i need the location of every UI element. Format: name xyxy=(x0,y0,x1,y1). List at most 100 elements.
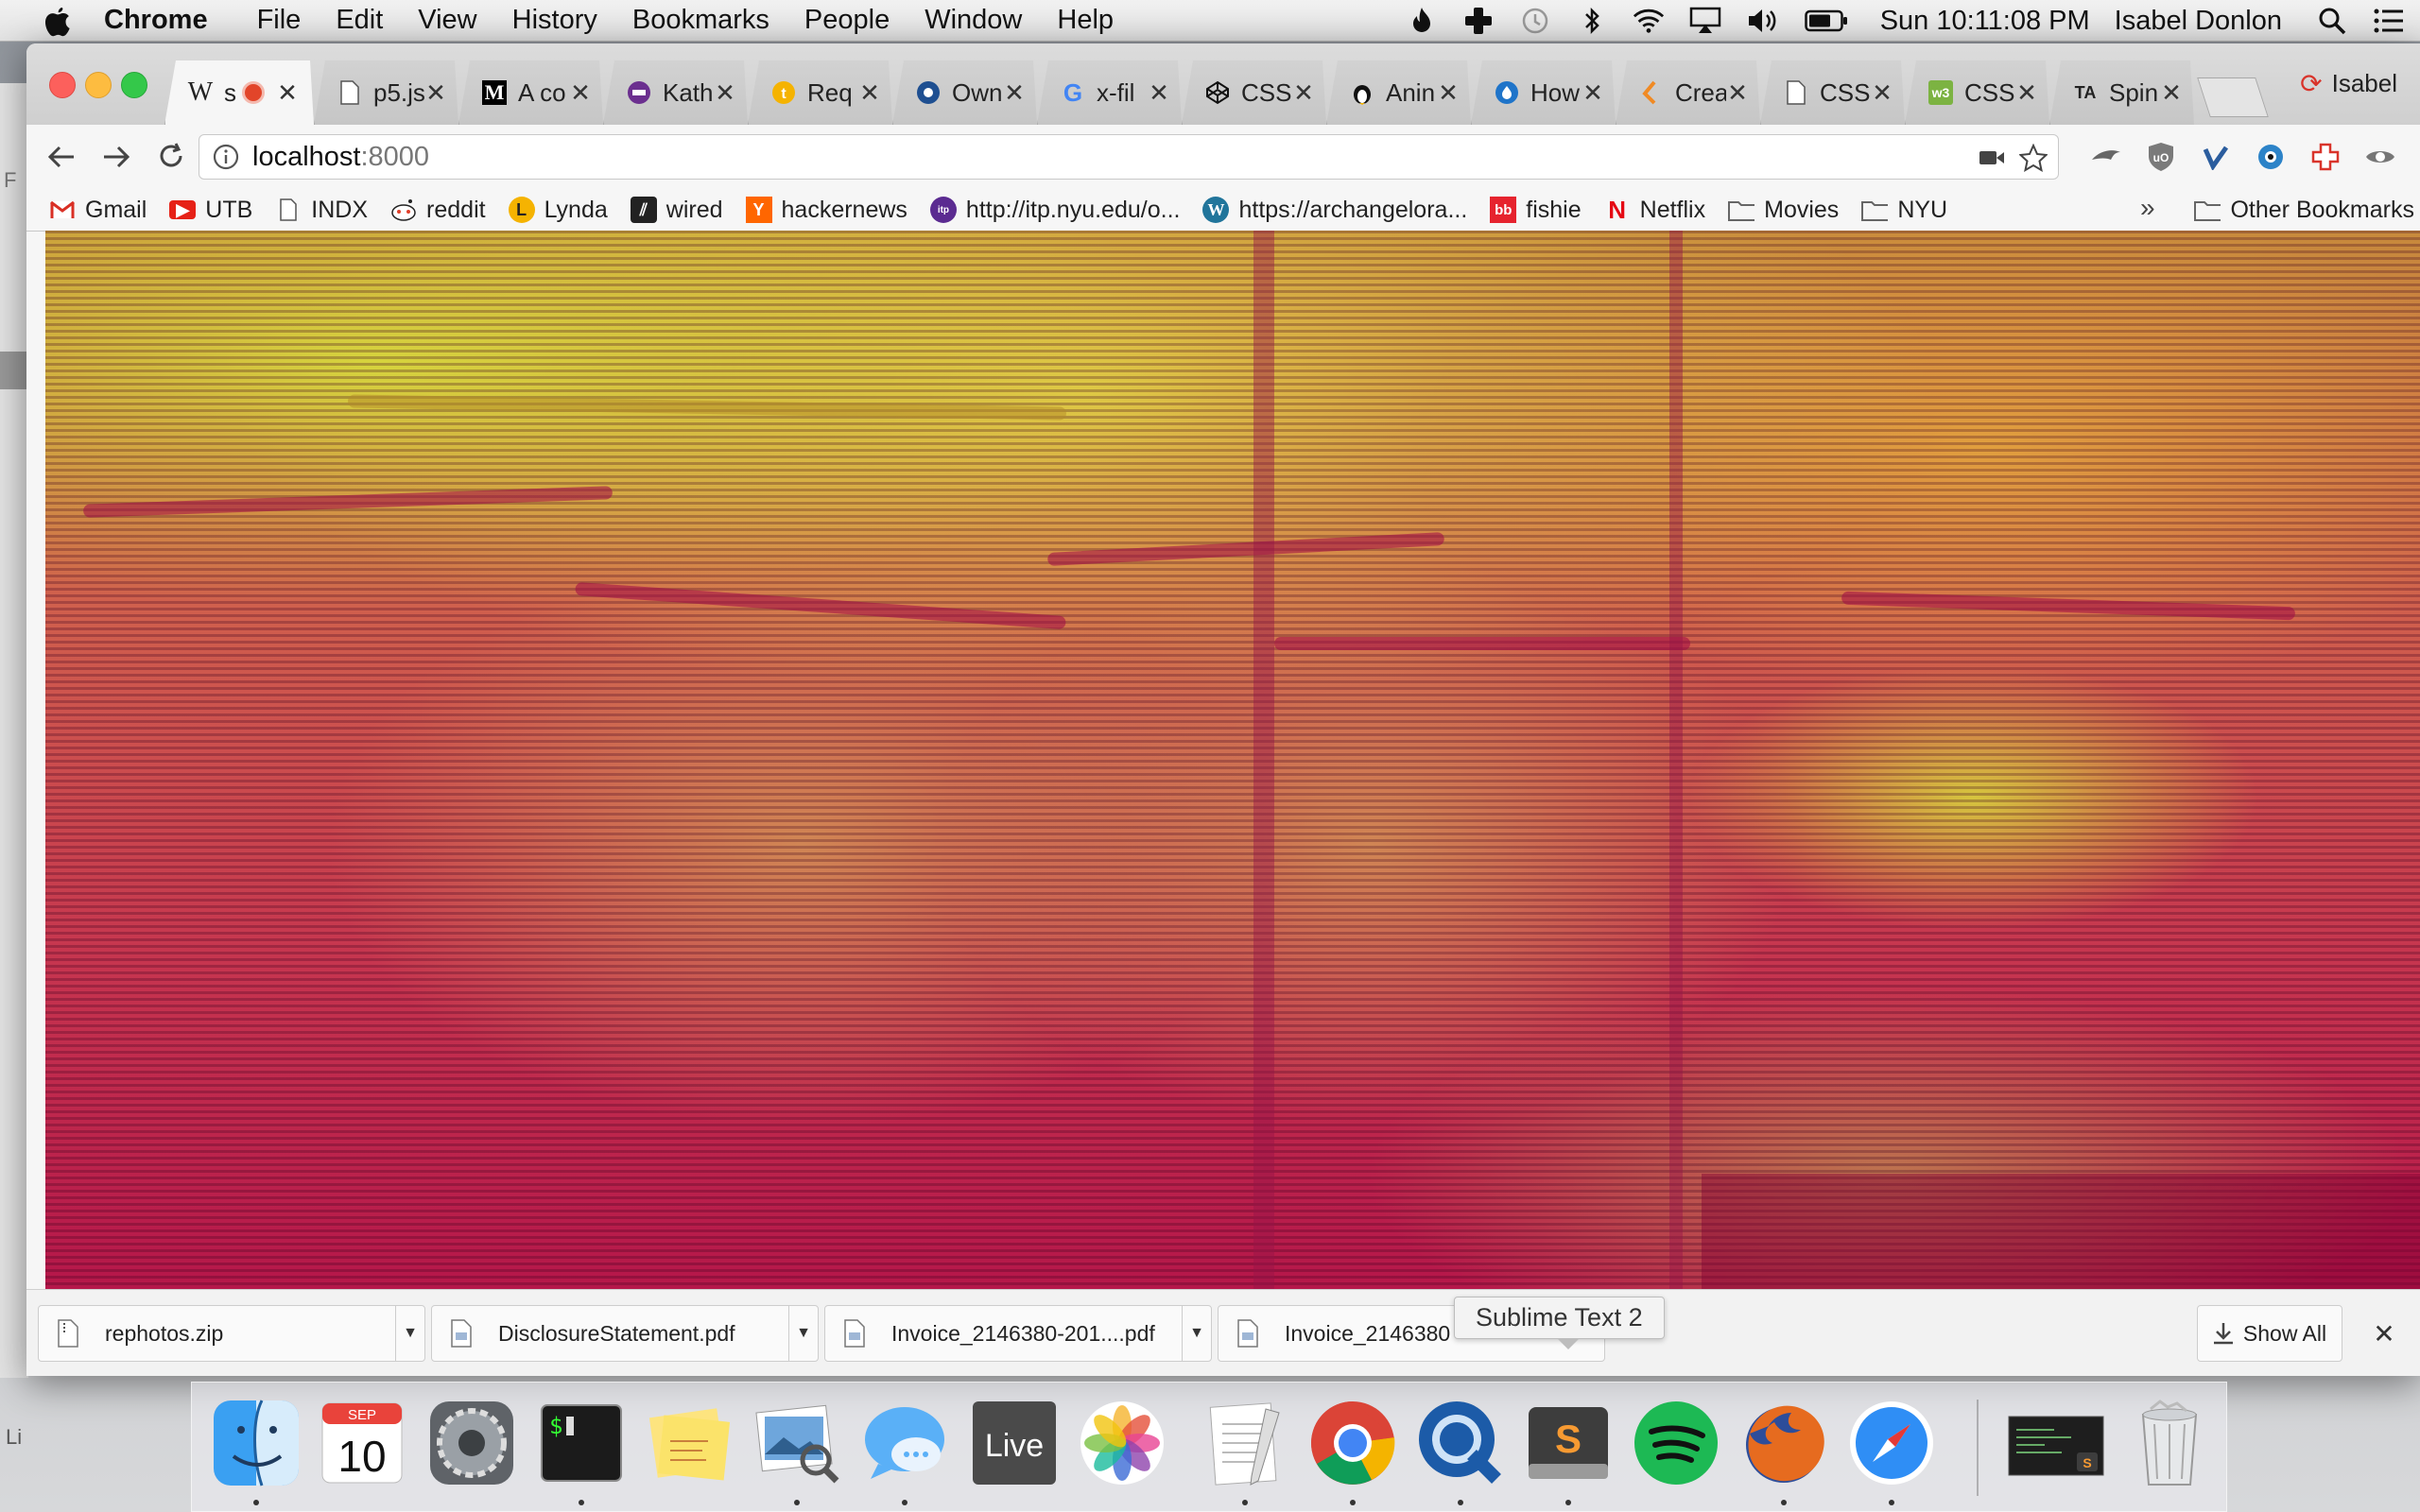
sublime-text-icon[interactable]: S xyxy=(1521,1396,1616,1490)
notification-center-icon[interactable] xyxy=(2373,5,2405,37)
download-menu-chevron-icon[interactable]: ▼ xyxy=(788,1305,818,1362)
spotify-icon[interactable] xyxy=(1629,1396,1723,1490)
plus-icon[interactable] xyxy=(1462,5,1495,37)
menu-window[interactable]: Window xyxy=(925,5,1022,36)
tab-close-icon[interactable]: ✕ xyxy=(858,78,881,108)
other-bookmarks-folder[interactable]: Other Bookmarks xyxy=(2194,189,2414,231)
tab-9[interactable]: Anin ✕ xyxy=(1326,60,1471,125)
tab-13[interactable]: w3 CSS ✕ xyxy=(1905,60,2049,125)
new-tab-button[interactable] xyxy=(2197,77,2269,117)
bookmark-archangelora[interactable]: Whttps://archangelora... xyxy=(1202,197,1467,224)
trash-icon[interactable] xyxy=(2122,1396,2217,1490)
chrome-menu-icon[interactable] xyxy=(2414,136,2420,178)
firefox-icon[interactable] xyxy=(1737,1396,1831,1490)
tab-close-icon[interactable]: ✕ xyxy=(1003,78,1026,108)
red-cross-icon[interactable] xyxy=(2305,136,2346,178)
background-window[interactable]: F Li xyxy=(0,83,28,1449)
calendar-icon[interactable]: SEP 10 xyxy=(315,1396,409,1490)
bookmark-netflix[interactable]: N Netflix xyxy=(1604,196,1705,224)
tab-close-icon[interactable]: ✕ xyxy=(1726,78,1749,108)
safari-icon[interactable] xyxy=(1844,1396,1939,1490)
minimized-window-icon[interactable]: S xyxy=(2005,1396,2107,1490)
reload-button[interactable] xyxy=(147,133,195,180)
tab-close-icon[interactable]: ✕ xyxy=(1437,78,1460,108)
finder-icon[interactable] xyxy=(209,1396,303,1490)
tab-close-icon[interactable]: ✕ xyxy=(1871,78,1893,108)
tab-close-icon[interactable]: ✕ xyxy=(2015,78,2038,108)
window-maximize-button[interactable] xyxy=(121,72,147,98)
tab-1[interactable]: W W s ✕ xyxy=(164,60,314,125)
menu-view[interactable]: View xyxy=(418,5,476,36)
apple-icon[interactable] xyxy=(36,0,78,42)
bookmark-movies-folder[interactable]: Movies xyxy=(1728,197,1839,224)
vimeo-v-icon[interactable] xyxy=(2195,136,2237,178)
tab-close-icon[interactable]: ✕ xyxy=(1582,78,1604,108)
bookmark-fishie[interactable]: bb fishie xyxy=(1490,197,1582,224)
download-item[interactable]: Invoice_2146380-201....pdf ▼ xyxy=(824,1305,1212,1362)
camera-icon[interactable] xyxy=(1973,139,2011,177)
tab-2[interactable]: p5.js ✕ xyxy=(314,60,458,125)
tab-close-icon[interactable]: ✕ xyxy=(1148,78,1170,108)
tab-3[interactable]: M A co ✕ xyxy=(458,60,603,125)
show-all-downloads-button[interactable]: Show All xyxy=(2197,1305,2342,1362)
menu-user-name[interactable]: Isabel Donlon xyxy=(2115,6,2282,37)
wifi-icon[interactable] xyxy=(1633,5,1665,37)
bookmark-gmail[interactable]: Gmail xyxy=(49,197,147,224)
bookmarks-overflow-button[interactable]: » xyxy=(2140,193,2155,223)
window-close-button[interactable] xyxy=(49,72,76,98)
tab-6[interactable]: Own ✕ xyxy=(892,60,1037,125)
tab-close-icon[interactable]: ✕ xyxy=(1292,78,1315,108)
download-menu-chevron-icon[interactable]: ▼ xyxy=(395,1305,424,1362)
bookmark-wired[interactable]: ⫽ wired xyxy=(630,197,723,224)
tab-close-icon[interactable]: ✕ xyxy=(569,78,592,108)
airplay-icon[interactable] xyxy=(1689,5,1721,37)
bluetooth-icon[interactable] xyxy=(1576,5,1608,37)
menu-file[interactable]: File xyxy=(257,5,302,36)
tab-close-icon[interactable]: ✕ xyxy=(2160,78,2183,108)
menu-bookmarks[interactable]: Bookmarks xyxy=(632,5,769,36)
photos-icon[interactable] xyxy=(1075,1396,1169,1490)
flame-icon[interactable] xyxy=(1406,5,1438,37)
chrome-icon[interactable] xyxy=(1305,1396,1400,1490)
tab-close-icon[interactable]: ✕ xyxy=(714,78,736,108)
tab-11[interactable]: Crea ✕ xyxy=(1616,60,1760,125)
bookmark-hackernews[interactable]: Yhackernews xyxy=(745,197,908,224)
address-bar[interactable]: localhost:8000 xyxy=(199,134,2059,180)
menu-help[interactable]: Help xyxy=(1057,5,1114,36)
bookmark-utb[interactable]: ▶ UTB xyxy=(169,197,252,224)
menu-app-name[interactable]: Chrome xyxy=(104,5,208,36)
tab-8[interactable]: CSS ✕ xyxy=(1182,60,1326,125)
bookmark-itp[interactable]: itp http://itp.nyu.edu/o... xyxy=(929,197,1180,224)
tab-7[interactable]: G x-fil ✕ xyxy=(1037,60,1182,125)
quicktime-icon[interactable] xyxy=(1413,1396,1508,1490)
tab-close-icon[interactable]: ✕ xyxy=(424,78,447,108)
page-canvas[interactable] xyxy=(45,231,2420,1289)
bookmark-indx[interactable]: INDX xyxy=(275,197,368,224)
forward-button[interactable] xyxy=(93,133,140,180)
back-button[interactable] xyxy=(38,133,85,180)
tab-4[interactable]: Kath ✕ xyxy=(603,60,748,125)
shark-extension-icon[interactable] xyxy=(2085,136,2127,178)
system-preferences-icon[interactable] xyxy=(424,1396,519,1490)
bookmark-reddit[interactable]: reddit xyxy=(390,197,486,224)
bookmark-star-icon[interactable] xyxy=(2014,139,2052,177)
menu-clock[interactable]: Sun 10:11:08 PM xyxy=(1880,6,2090,37)
tab-5[interactable]: t Req ✕ xyxy=(748,60,892,125)
site-info-icon[interactable] xyxy=(207,138,245,176)
tab-14[interactable]: TA Spin ✕ xyxy=(2049,60,2194,125)
eye-extension-icon[interactable] xyxy=(2360,136,2401,178)
volume-icon[interactable] xyxy=(1746,5,1778,37)
download-item[interactable]: rephotos.zip ▼ xyxy=(38,1305,425,1362)
close-download-shelf-button[interactable]: ✕ xyxy=(2365,1314,2403,1352)
bookmark-nyu-folder[interactable]: NYU xyxy=(1861,197,1947,224)
window-minimize-button[interactable] xyxy=(85,72,112,98)
menu-history[interactable]: History xyxy=(512,5,597,36)
stickies-icon[interactable] xyxy=(642,1396,736,1490)
menu-people[interactable]: People xyxy=(804,5,890,36)
terminal-icon[interactable]: $ xyxy=(534,1396,629,1490)
time-machine-icon[interactable] xyxy=(1519,5,1551,37)
bookmark-lynda[interactable]: L Lynda xyxy=(508,197,608,224)
ublock-icon[interactable]: uO xyxy=(2140,136,2182,178)
profile-button[interactable]: ⟳ Isabel xyxy=(2300,68,2397,99)
battery-icon[interactable] xyxy=(1803,5,1850,37)
